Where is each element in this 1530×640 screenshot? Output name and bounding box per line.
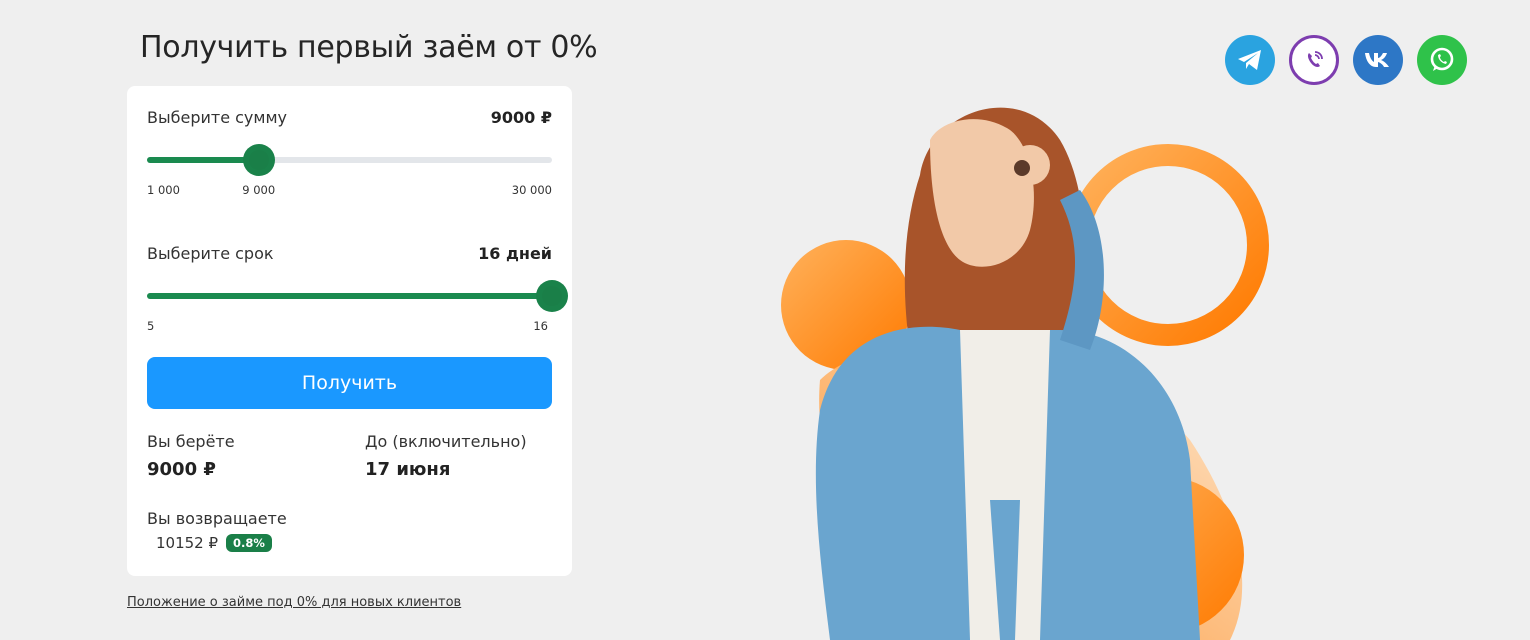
get-loan-button[interactable]: Получить [147,357,552,409]
amount-header: Выберите сумму 9000 ₽ [147,108,552,127]
until-label: До (включительно) [365,432,527,451]
page-title: Получить первый заём от 0% [140,30,598,65]
telegram-icon[interactable] [1225,35,1275,85]
return-label: Вы возвращаете [147,509,287,528]
amount-current-label: 9 000 [242,183,276,197]
amount-ticks: 1 000 9 000 30 000 [147,183,552,197]
amount-value: 9000 ₽ [490,108,552,127]
term-min-label: 5 [147,319,155,333]
hero-illustration [781,107,1269,640]
amount-slider-fill [147,157,259,163]
take-value: 9000 ₽ [147,459,216,480]
term-value: 16 дней [478,244,552,263]
amount-slider[interactable] [147,144,552,176]
loan-calculator: Выберите сумму 9000 ₽ 1 000 9 000 30 000… [127,86,572,576]
until-value: 17 июня [365,459,451,480]
take-label: Вы берёте [147,432,235,451]
amount-min-label: 1 000 [147,183,180,197]
return-value: 10152 ₽ [156,534,219,552]
term-ticks: 5 16 [147,319,552,333]
term-header: Выберите срок 16 дней [147,244,552,263]
term-slider[interactable] [147,280,568,312]
loan-terms-link[interactable]: Положение о займе под 0% для новых клиен… [127,595,461,610]
amount-max-label: 30 000 [511,183,552,197]
viber-icon[interactable] [1289,35,1339,85]
person-figure [815,107,1200,640]
term-label: Выберите срок [147,244,274,263]
term-slider-fill [147,293,552,299]
social-links [1225,35,1467,85]
term-slider-thumb[interactable] [536,280,568,312]
rate-badge: 0.8% [226,534,272,552]
term-max-label: 16 [533,319,548,333]
vk-icon[interactable] [1353,35,1403,85]
decor-ring [1067,144,1269,346]
amount-label: Выберите сумму [147,108,287,127]
amount-slider-thumb[interactable] [242,144,275,176]
whatsapp-icon[interactable] [1417,35,1467,85]
return-row: 10152 ₽ 0.8% [156,534,272,552]
